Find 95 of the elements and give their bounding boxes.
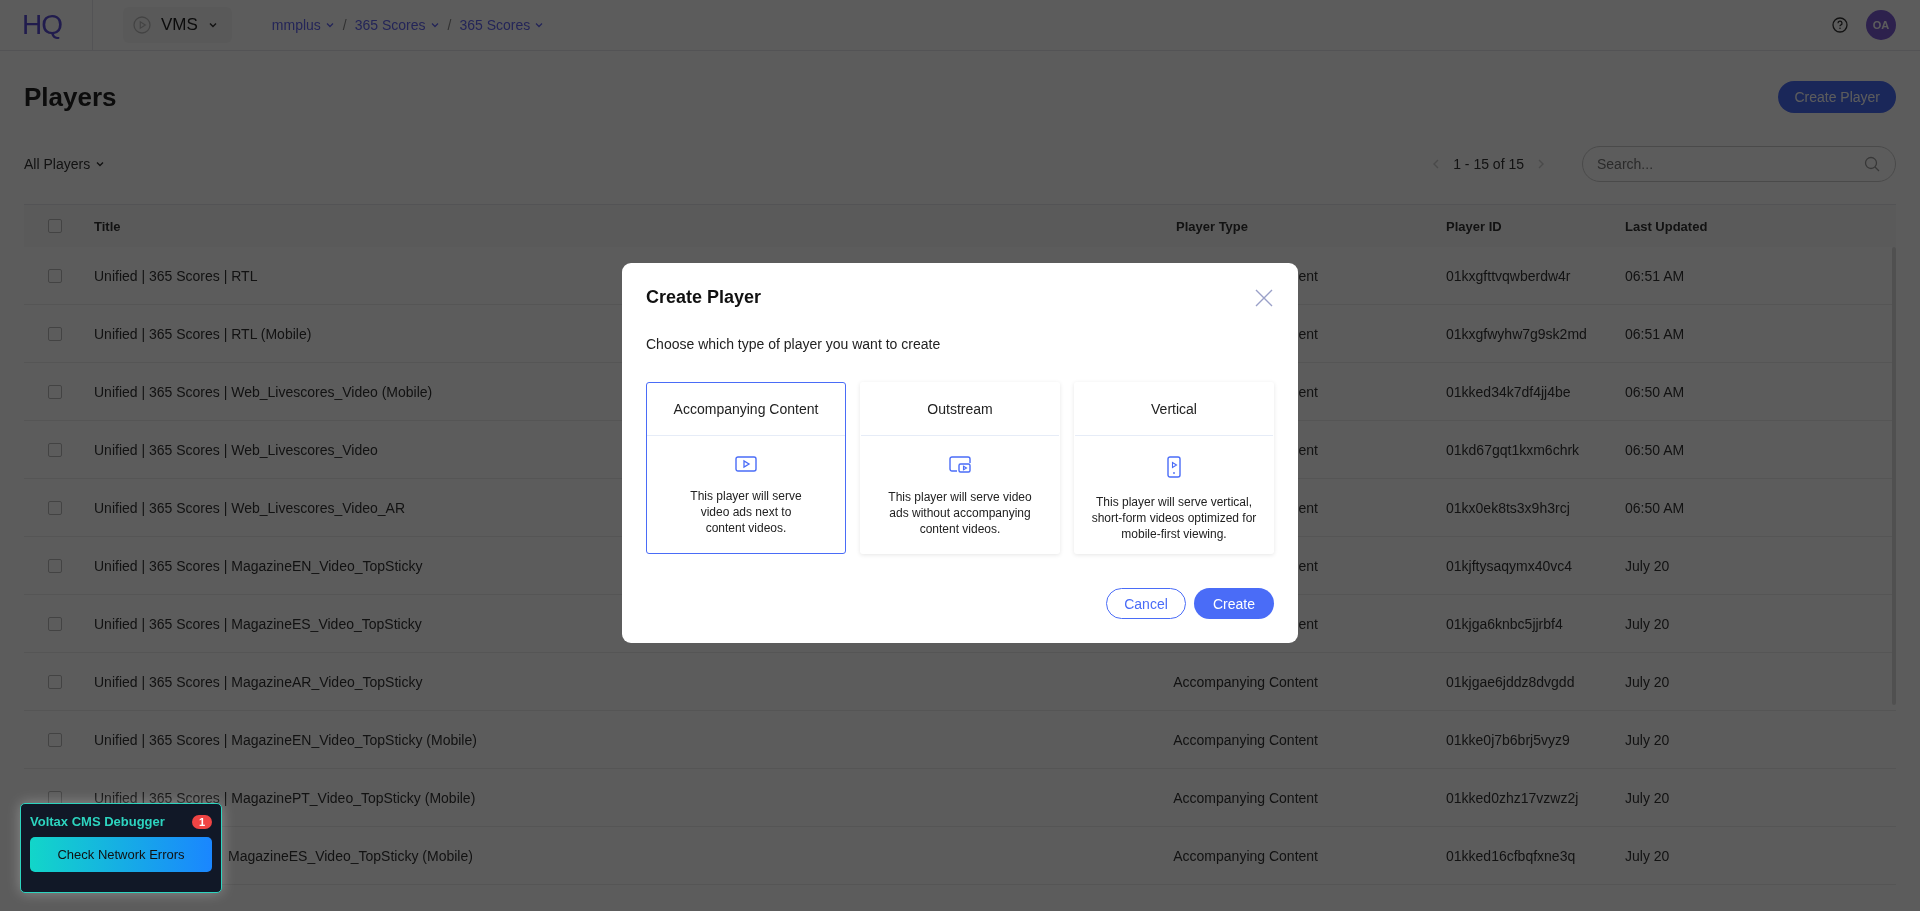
table-cell: ent xyxy=(1298,383,1318,400)
card-description: This player will serve video ads next to content videos. xyxy=(689,488,803,536)
chevron-down-icon xyxy=(207,20,218,30)
chevron-down-icon xyxy=(95,159,106,169)
table-cell: July 20 xyxy=(1625,673,1670,690)
card-description: This player will serve video ads without accompanying content videos. xyxy=(887,489,1033,537)
error-count-badge: 1 xyxy=(191,814,212,829)
checkbox[interactable] xyxy=(48,384,62,399)
check-network-errors-button[interactable]: Check Network Errors xyxy=(30,837,212,872)
table-cell: 06:50 AM xyxy=(1625,441,1685,458)
table-cell: ent xyxy=(1298,499,1318,516)
table-cell: 01kx0ek8ts3x9h3rcj xyxy=(1446,499,1570,516)
chevron-down-icon xyxy=(534,20,545,30)
checkbox[interactable] xyxy=(48,674,62,689)
table-cell: 06:50 AM xyxy=(1625,499,1685,516)
checkbox[interactable] xyxy=(48,219,62,233)
table-cell: Unified | 365 Scores | Web_Livescores_Video_AR xyxy=(94,499,406,516)
breadcrumb-separator: / xyxy=(342,17,347,33)
checkbox[interactable] xyxy=(48,500,62,515)
checkbox[interactable] xyxy=(48,732,62,747)
dialog-subtitle: Choose which type of player you want to create xyxy=(646,336,942,352)
phone-play-icon xyxy=(1167,456,1181,478)
search-icon xyxy=(1864,156,1880,172)
table-cell: 01kked34k7df4jj4be xyxy=(1446,383,1571,400)
create-player-button[interactable]: Create Player xyxy=(1778,81,1896,113)
table-cell: 06:50 AM xyxy=(1625,383,1685,400)
checkbox[interactable] xyxy=(48,790,62,805)
table-cell: 01kjga6knbc5jjrbf4 xyxy=(1446,615,1563,632)
checkbox[interactable] xyxy=(48,268,62,283)
table-cell: 01kked16cfbqfxne3q xyxy=(1446,847,1576,864)
cancel-button[interactable]: Cancel xyxy=(1106,588,1186,619)
video-play-icon xyxy=(735,456,757,472)
table-cell: ent xyxy=(1298,325,1318,342)
table-cell: Accompanying Content xyxy=(1173,789,1318,806)
table-cell: Unified | 365 Scores | Web_Livescores_Video (Mobile) xyxy=(94,383,433,400)
table-cell: Unified | 365 Scores | MagazineEN_Video_TopSticky (Mobile) xyxy=(94,731,477,748)
table-cell: MagazineES_Video_TopSticky (Mobile) xyxy=(228,847,473,864)
close-icon[interactable] xyxy=(1254,287,1274,308)
table-cell: 01kked0zhz17vzwz2j xyxy=(1446,789,1579,806)
checkbox[interactable] xyxy=(48,616,62,631)
player-type-card[interactable]: Vertical This player will serve vertical, short-form videos optimized for mobile-first viewing. xyxy=(1074,382,1274,554)
breadcrumb-separator: / xyxy=(447,17,452,33)
table-cell: ent xyxy=(1298,441,1318,458)
card-title: Accompanying Content xyxy=(673,401,819,417)
table-cell: Accompanying Content xyxy=(1173,731,1318,748)
table-cell: July 20 xyxy=(1625,847,1670,864)
table-cell: Unified | 365 Scores | Web_Livescores_Video xyxy=(94,441,378,458)
table-cell: July 20 xyxy=(1625,615,1670,632)
page-title: Players xyxy=(24,81,117,113)
filter-dropdown[interactable]: All Players xyxy=(24,156,106,172)
table-cell: Accompanying Content xyxy=(1173,847,1318,864)
column-header[interactable]: Last Updated xyxy=(1625,218,1896,234)
table-cell: Unified | 365 Scores | MagazineES_Video_TopSticky xyxy=(94,615,422,632)
breadcrumb-link[interactable]: mmplus xyxy=(271,17,335,33)
checkbox[interactable] xyxy=(48,442,62,457)
table-cell: Unified | 365 Scores | RTL xyxy=(94,267,258,284)
table-cell: ent xyxy=(1298,267,1318,284)
breadcrumb-link[interactable]: 365 Scores xyxy=(459,17,545,33)
player-type-card[interactable]: Accompanying Content This player will serve video ads next to content videos. xyxy=(646,382,846,554)
player-type-card[interactable]: Outstream This player will serve video ads without accompanying content videos. xyxy=(860,382,1060,554)
table-cell: Unified | 365 Scores | MagazineAR_Video_TopSticky xyxy=(94,673,423,690)
table-cell: ent xyxy=(1298,615,1318,632)
table-cell: 01kjgae6jddz8dvgdd xyxy=(1446,673,1575,690)
breadcrumb-link[interactable]: 365 Scores xyxy=(354,17,440,33)
table-cell: 01kjftysaqymx40vc4 xyxy=(1446,557,1573,574)
table-cell: Accompanying Content xyxy=(1173,673,1318,690)
card-title: Outstream xyxy=(927,401,993,417)
table-cell: 01kke0j7b6brj5vyz9 xyxy=(1446,731,1570,748)
pagination-label: 1 - 15 of 15 xyxy=(1453,156,1524,172)
chevron-down-icon xyxy=(429,20,440,30)
table-cell: ent xyxy=(1298,557,1318,574)
table-cell: 01kxgfwyhw7g9sk2md xyxy=(1446,325,1587,342)
table-cell: 06:51 AM xyxy=(1625,267,1685,284)
logo[interactable]: HQ xyxy=(22,9,72,41)
chevron-down-icon xyxy=(324,20,335,30)
card-description: This player will serve vertical, short-form videos optimized for mobile-first viewing. xyxy=(1090,494,1258,542)
column-header[interactable]: Title xyxy=(94,218,1168,234)
table-cell: 01kd67gqt1kxm6chrk xyxy=(1446,441,1580,458)
dialog-title: Create Player xyxy=(646,287,762,308)
table-cell: Unified | 365 Scores | MagazineEN_Video_TopSticky xyxy=(94,557,423,574)
create-button[interactable]: Create xyxy=(1194,588,1274,619)
column-header[interactable]: Player ID xyxy=(1446,218,1625,234)
table-cell: July 20 xyxy=(1625,789,1670,806)
card-title: Vertical xyxy=(1151,401,1197,417)
checkbox[interactable] xyxy=(48,558,62,573)
help-icon[interactable] xyxy=(1832,17,1848,33)
table-cell: July 20 xyxy=(1625,557,1670,574)
column-header[interactable]: Player Type xyxy=(1168,218,1446,234)
table-cell: 06:51 AM xyxy=(1625,325,1685,342)
checkbox[interactable] xyxy=(48,326,62,341)
picture-in-picture-icon xyxy=(949,456,971,473)
debugger-title: Voltax CMS Debugger xyxy=(30,814,165,829)
table-cell: 01kxgfttvqwberdw4r xyxy=(1446,267,1571,284)
table-cell: July 20 xyxy=(1625,731,1670,748)
table-cell: Unified | 365 Scores | RTL (Mobile) xyxy=(94,325,312,342)
